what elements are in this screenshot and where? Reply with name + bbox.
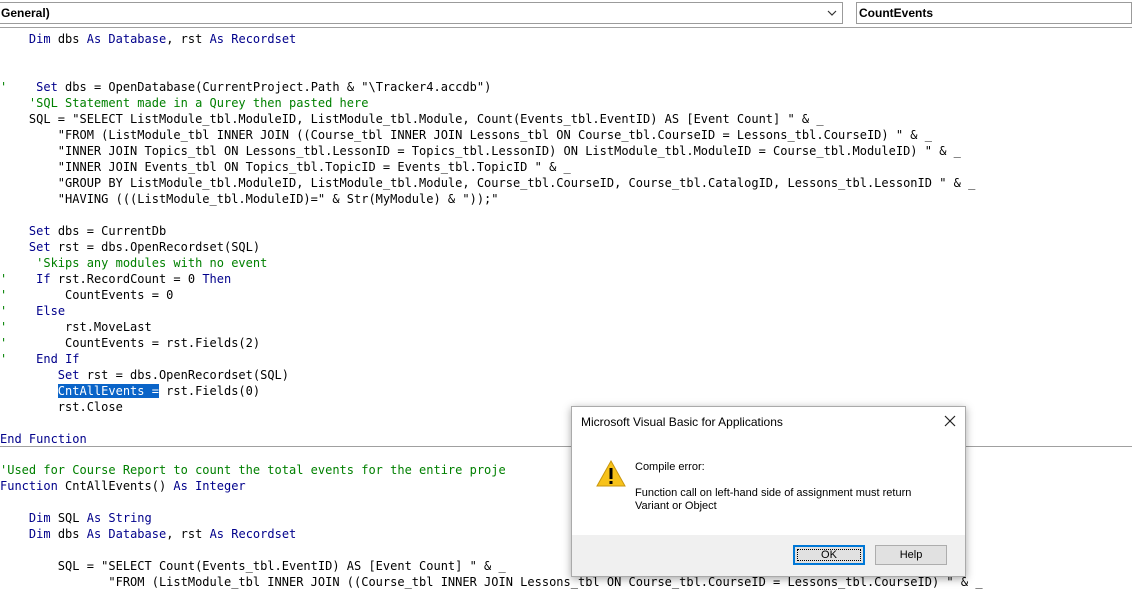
code-line[interactable]: "FROM (ListModule_tbl INNER JOIN ((Cours… [0, 127, 932, 143]
code-line[interactable]: 'Skips any modules with no event [0, 255, 267, 271]
help-button[interactable]: Help [875, 545, 947, 565]
code-line[interactable]: Dim dbs As Database, rst As Recordset [0, 31, 296, 47]
object-combo[interactable]: General) [0, 2, 843, 24]
code-line[interactable]: 'SQL Statement made in a Qurey then past… [0, 95, 369, 111]
selected-text[interactable]: CntAllEvents = [57, 384, 159, 398]
warning-icon [596, 460, 626, 487]
code-line[interactable]: ' End If [0, 351, 80, 367]
code-line[interactable]: SQL = "SELECT ListModule_tbl.ModuleID, L… [0, 111, 824, 127]
code-line[interactable]: Dim SQL As String [0, 510, 152, 526]
code-line[interactable]: Set rst = dbs.OpenRecordset(SQL) [0, 239, 260, 255]
code-line[interactable]: "HAVING (((ListModule_tbl.ModuleID)=" & … [0, 191, 499, 207]
chevron-down-icon[interactable] [826, 7, 838, 19]
dialog-title: Microsoft Visual Basic for Applications [581, 415, 783, 429]
code-pane-top[interactable]: Dim dbs As Database, rst As Recordset ' S… [0, 27, 1132, 446]
code-line[interactable]: ' CountEvents = 0 [0, 287, 173, 303]
code-line[interactable]: 'Used for Course Report to count the tot… [0, 462, 506, 478]
dialog-footer: OK Help [572, 535, 965, 576]
code-line[interactable]: ' Else [0, 303, 65, 319]
code-line[interactable]: Set dbs = CurrentDb [0, 223, 166, 239]
help-button-label: Help [899, 549, 923, 561]
close-icon[interactable] [943, 414, 957, 428]
code-line[interactable]: Set rst = dbs.OpenRecordset(SQL) [0, 367, 289, 383]
code-line[interactable]: rst.Close [0, 399, 123, 415]
code-line[interactable]: "GROUP BY ListModule_tbl.ModuleID, ListM… [0, 175, 976, 191]
code-line[interactable]: Function CntAllEvents() As Integer [0, 478, 246, 494]
code-line[interactable]: Dim dbs As Database, rst As Recordset [0, 526, 296, 542]
procedure-combo-value: CountEvents [859, 6, 934, 20]
focus-rect [797, 549, 861, 561]
code-line[interactable]: ' If rst.RecordCount = 0 Then [0, 271, 231, 287]
code-line[interactable]: ' Set dbs = OpenDatabase(CurrentProject.… [0, 79, 491, 95]
dialog-message: Function call on left-hand side of assig… [635, 487, 912, 512]
object-combo-value: General) [1, 6, 50, 20]
dialog-heading: Compile error: [635, 461, 705, 473]
compile-error-dialog: Microsoft Visual Basic for Applications … [571, 406, 966, 577]
code-line[interactable]: "INNER JOIN Events_tbl ON Topics_tbl.Top… [0, 159, 571, 175]
code-line[interactable]: CntAllEvents = rst.Fields(0) [0, 383, 260, 399]
procedure-combo[interactable]: CountEvents [856, 2, 1132, 24]
code-line[interactable]: End Function [0, 431, 87, 446]
ok-button[interactable]: OK [793, 545, 865, 565]
code-line[interactable]: SQL = "SELECT Count(Events_tbl.EventID) … [0, 558, 506, 574]
code-line[interactable]: ' CountEvents = rst.Fields(2) [0, 335, 260, 351]
code-line[interactable]: "INNER JOIN Topics_tbl ON Lessons_tbl.Le… [0, 143, 961, 159]
code-line[interactable]: ' rst.MoveLast [0, 319, 152, 335]
